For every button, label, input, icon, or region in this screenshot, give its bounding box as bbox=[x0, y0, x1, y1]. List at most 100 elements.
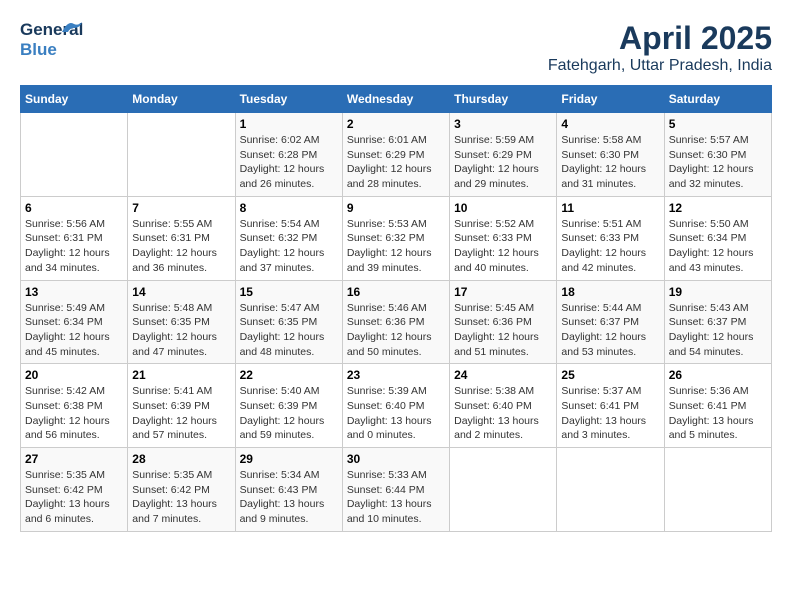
day-cell: 16 Sunrise: 5:46 AMSunset: 6:36 PMDayligh… bbox=[342, 280, 449, 364]
day-info: Sunrise: 5:40 AMSunset: 6:39 PMDaylight:… bbox=[240, 384, 338, 443]
day-number: 27 bbox=[25, 452, 123, 466]
day-info: Sunrise: 5:57 AMSunset: 6:30 PMDaylight:… bbox=[669, 133, 767, 192]
day-number: 7 bbox=[132, 201, 230, 215]
week-row-5: 27 Sunrise: 5:35 AMSunset: 6:42 PMDayligh… bbox=[21, 448, 772, 532]
day-info: Sunrise: 5:38 AMSunset: 6:40 PMDaylight:… bbox=[454, 384, 552, 443]
day-number: 26 bbox=[669, 368, 767, 382]
day-number: 6 bbox=[25, 201, 123, 215]
day-number: 29 bbox=[240, 452, 338, 466]
day-number: 20 bbox=[25, 368, 123, 382]
day-info: Sunrise: 5:53 AMSunset: 6:32 PMDaylight:… bbox=[347, 217, 445, 276]
day-number: 5 bbox=[669, 117, 767, 131]
page-subtitle: Fatehgarh, Uttar Pradesh, India bbox=[548, 57, 772, 75]
day-cell: 8 Sunrise: 5:54 AMSunset: 6:32 PMDaylight… bbox=[235, 196, 342, 280]
weekday-friday: Friday bbox=[557, 86, 664, 113]
day-cell bbox=[21, 113, 128, 197]
day-cell: 26Sunrise: 5:36 AMSunset: 6:41 PMDayligh… bbox=[664, 364, 771, 448]
day-info: Sunrise: 5:33 AMSunset: 6:44 PMDaylight:… bbox=[347, 468, 445, 527]
day-cell: 20 Sunrise: 5:42 AMSunset: 6:38 PMDayligh… bbox=[21, 364, 128, 448]
week-row-4: 20 Sunrise: 5:42 AMSunset: 6:38 PMDayligh… bbox=[21, 364, 772, 448]
day-info: Sunrise: 5:54 AMSunset: 6:32 PMDaylight:… bbox=[240, 217, 338, 276]
day-cell: 29 Sunrise: 5:34 AMSunset: 6:43 PMDayligh… bbox=[235, 448, 342, 532]
day-number: 1 bbox=[240, 117, 338, 131]
page-header: General Blue April 2025 Fatehgarh, Uttar… bbox=[20, 20, 772, 75]
day-info: Sunrise: 5:42 AMSunset: 6:38 PMDaylight:… bbox=[25, 384, 123, 443]
logo-blue: Blue bbox=[20, 40, 57, 59]
weekday-sunday: Sunday bbox=[21, 86, 128, 113]
day-cell: 30 Sunrise: 5:33 AMSunset: 6:44 PMDayligh… bbox=[342, 448, 449, 532]
day-cell: 5 Sunrise: 5:57 AMSunset: 6:30 PMDaylight… bbox=[664, 113, 771, 197]
day-cell: 10 Sunrise: 5:52 AMSunset: 6:33 PMDayligh… bbox=[450, 196, 557, 280]
day-cell: 22 Sunrise: 5:40 AMSunset: 6:39 PMDayligh… bbox=[235, 364, 342, 448]
day-number: 13 bbox=[25, 285, 123, 299]
day-info: Sunrise: 5:49 AMSunset: 6:34 PMDaylight:… bbox=[25, 301, 123, 360]
day-cell: 11Sunrise: 5:51 AMSunset: 6:33 PMDayligh… bbox=[557, 196, 664, 280]
weekday-header-row: SundayMondayTuesdayWednesdayThursdayFrid… bbox=[21, 86, 772, 113]
day-info: Sunrise: 5:37 AMSunset: 6:41 PMDaylight:… bbox=[561, 384, 659, 443]
day-cell bbox=[450, 448, 557, 532]
day-info: Sunrise: 5:48 AMSunset: 6:35 PMDaylight:… bbox=[132, 301, 230, 360]
day-number: 19 bbox=[669, 285, 767, 299]
day-info: Sunrise: 5:55 AMSunset: 6:31 PMDaylight:… bbox=[132, 217, 230, 276]
day-number: 2 bbox=[347, 117, 445, 131]
day-info: Sunrise: 5:58 AMSunset: 6:30 PMDaylight:… bbox=[561, 133, 659, 192]
day-cell: 9Sunrise: 5:53 AMSunset: 6:32 PMDaylight… bbox=[342, 196, 449, 280]
week-row-3: 13 Sunrise: 5:49 AMSunset: 6:34 PMDayligh… bbox=[21, 280, 772, 364]
day-info: Sunrise: 6:02 AMSunset: 6:28 PMDaylight:… bbox=[240, 133, 338, 192]
calendar-table: SundayMondayTuesdayWednesdayThursdayFrid… bbox=[20, 85, 772, 532]
day-number: 23 bbox=[347, 368, 445, 382]
day-number: 22 bbox=[240, 368, 338, 382]
day-cell: 4 Sunrise: 5:58 AMSunset: 6:30 PMDaylight… bbox=[557, 113, 664, 197]
day-number: 3 bbox=[454, 117, 552, 131]
day-info: Sunrise: 5:39 AMSunset: 6:40 PMDaylight:… bbox=[347, 384, 445, 443]
calendar-body: 1 Sunrise: 6:02 AMSunset: 6:28 PMDaylight… bbox=[21, 113, 772, 532]
weekday-tuesday: Tuesday bbox=[235, 86, 342, 113]
day-cell: 19Sunrise: 5:43 AMSunset: 6:37 PMDayligh… bbox=[664, 280, 771, 364]
day-number: 12 bbox=[669, 201, 767, 215]
day-info: Sunrise: 5:46 AMSunset: 6:36 PMDaylight:… bbox=[347, 301, 445, 360]
day-info: Sunrise: 5:52 AMSunset: 6:33 PMDaylight:… bbox=[454, 217, 552, 276]
day-info: Sunrise: 5:44 AMSunset: 6:37 PMDaylight:… bbox=[561, 301, 659, 360]
calendar-header: SundayMondayTuesdayWednesdayThursdayFrid… bbox=[21, 86, 772, 113]
day-cell: 12Sunrise: 5:50 AMSunset: 6:34 PMDayligh… bbox=[664, 196, 771, 280]
day-cell: 15Sunrise: 5:47 AMSunset: 6:35 PMDayligh… bbox=[235, 280, 342, 364]
day-cell: 25 Sunrise: 5:37 AMSunset: 6:41 PMDayligh… bbox=[557, 364, 664, 448]
day-cell: 6Sunrise: 5:56 AMSunset: 6:31 PMDaylight… bbox=[21, 196, 128, 280]
day-number: 4 bbox=[561, 117, 659, 131]
day-info: Sunrise: 5:41 AMSunset: 6:39 PMDaylight:… bbox=[132, 384, 230, 443]
day-cell: 13 Sunrise: 5:49 AMSunset: 6:34 PMDayligh… bbox=[21, 280, 128, 364]
week-row-1: 1 Sunrise: 6:02 AMSunset: 6:28 PMDaylight… bbox=[21, 113, 772, 197]
day-cell: 2 Sunrise: 6:01 AMSunset: 6:29 PMDaylight… bbox=[342, 113, 449, 197]
day-info: Sunrise: 5:35 AMSunset: 6:42 PMDaylight:… bbox=[25, 468, 123, 527]
day-info: Sunrise: 5:45 AMSunset: 6:36 PMDaylight:… bbox=[454, 301, 552, 360]
day-info: Sunrise: 5:59 AMSunset: 6:29 PMDaylight:… bbox=[454, 133, 552, 192]
day-number: 11 bbox=[561, 201, 659, 215]
day-info: Sunrise: 5:34 AMSunset: 6:43 PMDaylight:… bbox=[240, 468, 338, 527]
day-number: 25 bbox=[561, 368, 659, 382]
day-number: 24 bbox=[454, 368, 552, 382]
day-number: 18 bbox=[561, 285, 659, 299]
week-row-2: 6Sunrise: 5:56 AMSunset: 6:31 PMDaylight… bbox=[21, 196, 772, 280]
day-cell: 27 Sunrise: 5:35 AMSunset: 6:42 PMDayligh… bbox=[21, 448, 128, 532]
day-cell: 17Sunrise: 5:45 AMSunset: 6:36 PMDayligh… bbox=[450, 280, 557, 364]
day-cell: 1 Sunrise: 6:02 AMSunset: 6:28 PMDaylight… bbox=[235, 113, 342, 197]
day-cell: 18 Sunrise: 5:44 AMSunset: 6:37 PMDayligh… bbox=[557, 280, 664, 364]
day-cell: 24 Sunrise: 5:38 AMSunset: 6:40 PMDayligh… bbox=[450, 364, 557, 448]
day-number: 21 bbox=[132, 368, 230, 382]
day-number: 15 bbox=[240, 285, 338, 299]
title-block: April 2025 Fatehgarh, Uttar Pradesh, Ind… bbox=[548, 20, 772, 75]
day-cell: 14Sunrise: 5:48 AMSunset: 6:35 PMDayligh… bbox=[128, 280, 235, 364]
day-info: Sunrise: 6:01 AMSunset: 6:29 PMDaylight:… bbox=[347, 133, 445, 192]
day-cell bbox=[557, 448, 664, 532]
day-cell: 3 Sunrise: 5:59 AMSunset: 6:29 PMDaylight… bbox=[450, 113, 557, 197]
day-number: 10 bbox=[454, 201, 552, 215]
weekday-monday: Monday bbox=[128, 86, 235, 113]
logo: General Blue bbox=[20, 20, 64, 58]
day-number: 30 bbox=[347, 452, 445, 466]
weekday-wednesday: Wednesday bbox=[342, 86, 449, 113]
day-cell: 23 Sunrise: 5:39 AMSunset: 6:40 PMDayligh… bbox=[342, 364, 449, 448]
day-number: 16 bbox=[347, 285, 445, 299]
day-number: 8 bbox=[240, 201, 338, 215]
weekday-thursday: Thursday bbox=[450, 86, 557, 113]
weekday-saturday: Saturday bbox=[664, 86, 771, 113]
